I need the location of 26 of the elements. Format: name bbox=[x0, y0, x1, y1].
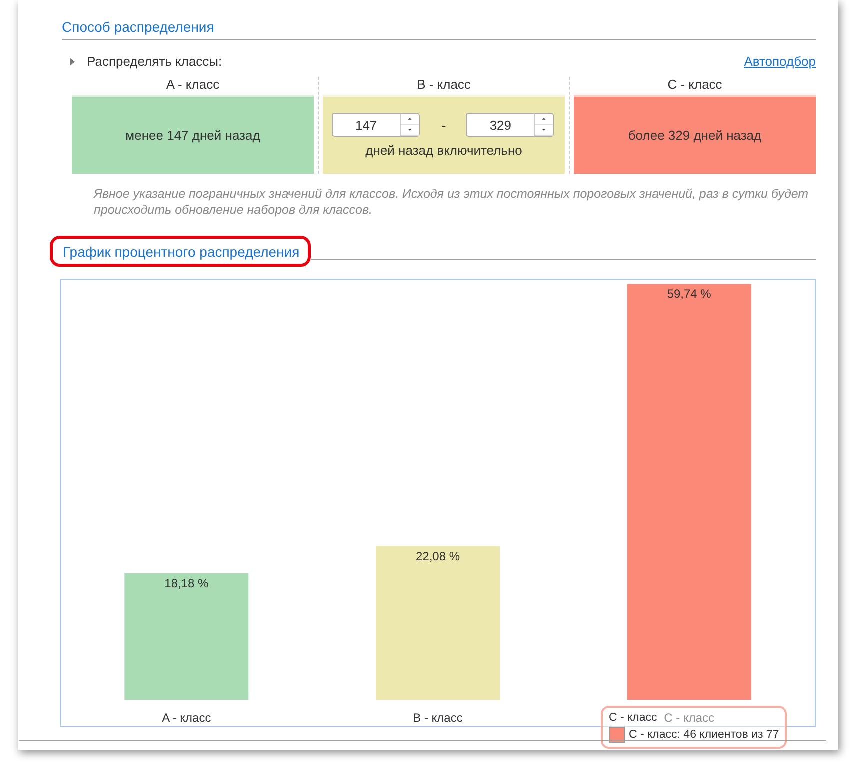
range-separator: - bbox=[442, 118, 446, 132]
value-label: 59,74 % bbox=[667, 287, 712, 302]
expand-icon[interactable] bbox=[70, 58, 75, 66]
section-title: Способ распределения bbox=[62, 19, 214, 35]
hint-text: Явное указание пограничных значений для классов. Исходя из этих постоянных пороговых значений, раз в сутки будет происходить обновление наборов для классов. bbox=[94, 186, 810, 218]
class-header: A - класс bbox=[165, 77, 221, 94]
value-label: 22,08 % bbox=[416, 549, 460, 564]
number-field[interactable]: 147 bbox=[332, 113, 400, 137]
bar[interactable] bbox=[627, 284, 752, 700]
class-header: B - класс bbox=[416, 77, 472, 94]
bar[interactable] bbox=[124, 573, 249, 700]
distribute-label: Распределять классы: bbox=[87, 54, 224, 69]
category-label: C - класс bbox=[664, 711, 715, 725]
tooltip-text: C - класс: 46 клиентов из 77 bbox=[629, 729, 780, 741]
tooltip-title: C - класс bbox=[609, 712, 658, 724]
number-field[interactable]: 329 bbox=[466, 113, 534, 137]
section-title: График процентного распределения bbox=[63, 244, 300, 260]
category-label: A - класс bbox=[162, 711, 212, 725]
bar[interactable] bbox=[376, 546, 500, 700]
autopick-link[interactable]: Автоподбор bbox=[744, 54, 816, 69]
class-header: C - класс bbox=[666, 77, 724, 94]
range-caption: дней назад включительно bbox=[366, 143, 522, 158]
class-range-text: менее 147 дней назад bbox=[126, 128, 260, 143]
category-label: B - класс bbox=[413, 711, 463, 725]
value-label: 18,18 % bbox=[164, 576, 209, 590]
class-range-text: более 329 дней назад bbox=[628, 128, 762, 143]
